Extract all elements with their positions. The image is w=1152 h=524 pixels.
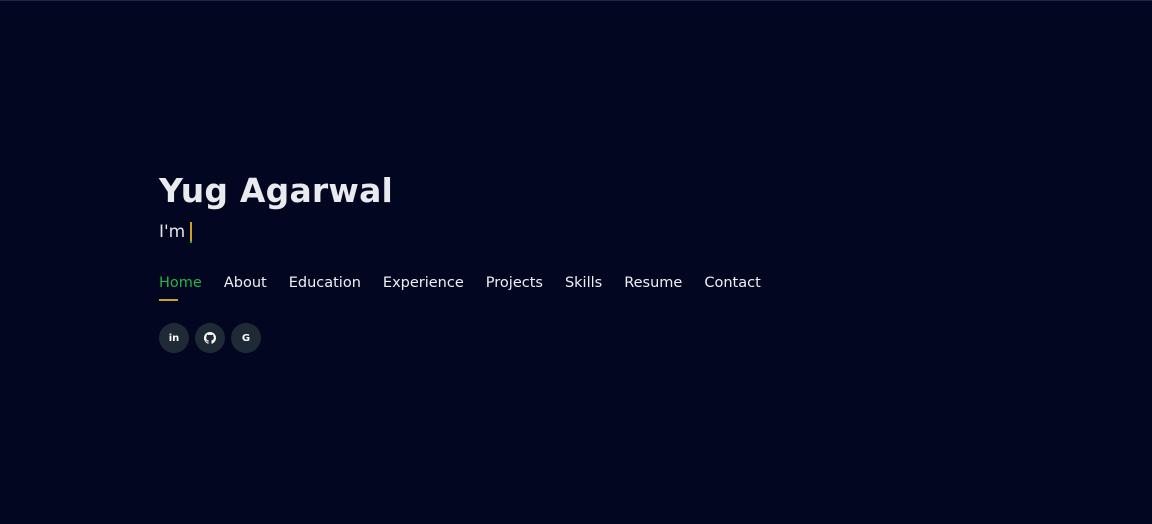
hero-name: Yug Agarwal <box>159 171 394 210</box>
main-nav: Home About Education Experience Projects… <box>159 271 783 301</box>
nav-item-education[interactable]: Education <box>289 271 361 295</box>
linkedin-button[interactable]: in <box>159 323 189 353</box>
nav-item-skills[interactable]: Skills <box>565 271 602 295</box>
typed-line: I'm <box>159 219 393 245</box>
hero-section: Yug Agarwal I'm <box>159 167 393 245</box>
nav-item-contact[interactable]: Contact <box>704 271 760 295</box>
github-icon <box>204 332 216 344</box>
nav-item-resume[interactable]: Resume <box>624 271 682 295</box>
nav-item-experience[interactable]: Experience <box>383 271 464 295</box>
typing-caret <box>190 221 193 243</box>
linkedin-icon: in <box>168 332 180 344</box>
google-button[interactable]: G <box>231 323 261 353</box>
typed-prefix: I'm <box>159 222 186 242</box>
social-links: in G <box>159 323 261 353</box>
nav-item-projects[interactable]: Projects <box>486 271 543 295</box>
google-icon: G <box>241 332 251 344</box>
page: Yug Agarwal I'm Home About Education Exp… <box>0 0 1152 524</box>
nav-item-about[interactable]: About <box>224 271 267 295</box>
github-button[interactable] <box>195 323 225 353</box>
nav-item-home[interactable]: Home <box>159 271 202 301</box>
